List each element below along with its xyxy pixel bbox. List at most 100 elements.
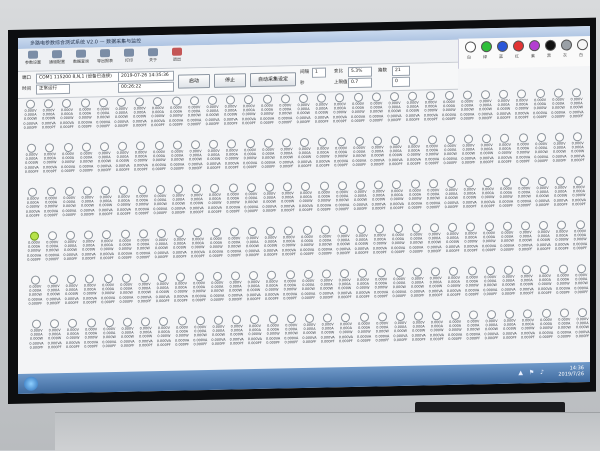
channel-cell[interactable]: 0.000V 0.000A 0.000W 0.000VA 0.000PF xyxy=(422,91,439,129)
channel-cell[interactable]: 0.000V 0.000A 0.000W 0.000VA 0.000PF xyxy=(297,181,314,220)
channel-cell[interactable]: 0.000V 0.000A 0.000W 0.000VA 0.000PF xyxy=(263,270,280,309)
channel-cell[interactable]: 0.000V 0.000A 0.000W 0.000VA 0.000PF xyxy=(570,176,587,214)
channel-cell[interactable]: 0.000V 0.000A 0.000W 0.000VA 0.000PF xyxy=(40,99,57,137)
channel-cell[interactable]: 0.000V 0.000A 0.000W 0.000VA 0.000PF xyxy=(22,99,39,138)
channel-cell[interactable]: 0.000V 0.000A 0.000W 0.000VA 0.000PF xyxy=(151,140,168,179)
channel-cell[interactable]: 0.000V 0.000A 0.000W 0.000VA 0.000PF xyxy=(205,139,222,178)
channel-cell[interactable]: 0.000V 0.000A 0.000W 0.000VA 0.000PF xyxy=(519,309,536,347)
channel-cell[interactable]: 0.000V 0.000A 0.000W 0.000VA 0.000PF xyxy=(500,265,517,304)
channel-cell[interactable]: 0.000V 0.000A 0.000W 0.000VA 0.000PF xyxy=(407,179,424,218)
channel-cell[interactable]: 0.000V 0.000A 0.000W 0.000VA 0.000PF xyxy=(425,179,442,217)
channel-cell[interactable]: 0.000V 0.000A 0.000W 0.000VA 0.000PF xyxy=(246,314,263,353)
channel-cell[interactable]: 0.000V 0.000A 0.000W 0.000VA 0.000PF xyxy=(28,319,45,357)
channel-cell[interactable]: 0.000V 0.000A 0.000W 0.000VA 0.000PF xyxy=(45,275,62,313)
channel-cell[interactable]: 0.000V 0.000A 0.000W 0.000VA 0.000PF xyxy=(174,316,191,354)
channel-cell[interactable]: 0.000V 0.000A 0.000W 0.000VA 0.000PF xyxy=(78,142,95,180)
channel-cell[interactable]: 0.000V 0.000A 0.000W 0.000VA 0.000PF xyxy=(136,273,153,311)
channel-cell[interactable]: 0.000V 0.000A 0.000W 0.000VA 0.000PF xyxy=(240,95,257,133)
channel-cell[interactable]: 0.000V 0.000A 0.000W 0.000VA 0.000PF xyxy=(58,98,75,137)
channel-cell[interactable]: 0.000V 0.000A 0.000W 0.000VA 0.000PF xyxy=(152,184,169,223)
channel-cell[interactable]: 0.000V 0.000A 0.000W 0.000VA 0.000PF xyxy=(443,178,460,217)
channel-cell[interactable]: 0.000V 0.000A 0.000W 0.000VA 0.000PF xyxy=(354,268,371,307)
channel-cell[interactable]: 0.000V 0.000A 0.000W 0.000VA 0.000PF xyxy=(113,97,130,136)
channel-cell[interactable]: 0.000V 0.000A 0.000W 0.000VA 0.000PF xyxy=(244,226,261,265)
channel-cell[interactable]: 0.000V 0.000A 0.000W 0.000VA 0.000PF xyxy=(445,266,462,305)
channel-cell[interactable]: 0.000V 0.000A 0.000W 0.000VA 0.000PF xyxy=(538,308,555,347)
channel-cell[interactable]: 0.000V 0.000A 0.000W 0.000VA 0.000PF xyxy=(356,312,373,351)
channel-cell[interactable]: 0.000V 0.000A 0.000W 0.000VA 0.000PF xyxy=(245,270,262,309)
channel-cell[interactable]: 0.000V 0.000A 0.000W 0.000VA 0.000PF xyxy=(465,310,482,348)
channel-cell[interactable]: 0.000V 0.000A 0.000W 0.000VA 0.000PF xyxy=(24,187,41,226)
channel-cell[interactable]: 0.000V 0.000A 0.000W 0.000VA 0.000PF xyxy=(131,97,148,135)
channel-cell[interactable]: 0.000V 0.000A 0.000W 0.000VA 0.000PF xyxy=(335,225,352,263)
channel-cell[interactable]: 0.000V 0.000A 0.000W 0.000VA 0.000PF xyxy=(482,266,499,304)
channel-cell[interactable]: 0.000V 0.000A 0.000W 0.000VA 0.000PF xyxy=(170,184,187,222)
channel-cell[interactable]: 0.000V 0.000A 0.000W 0.000VA 0.000PF xyxy=(553,220,570,258)
channel-cell[interactable]: 0.000V 0.000A 0.000W 0.000VA 0.000PF xyxy=(225,183,242,221)
channel-cell[interactable]: 0.000V 0.000A 0.000W 0.000VA 0.000PF xyxy=(64,318,81,357)
channel-cell[interactable]: 0.000V 0.000A 0.000W 0.000VA 0.000PF xyxy=(368,92,385,130)
channel-cell[interactable]: 0.000V 0.000A 0.000W 0.000VA 0.000PF xyxy=(61,186,78,225)
channel-cell[interactable]: 0.000V 0.000A 0.000W 0.000VA 0.000PF xyxy=(318,269,335,307)
color-swatch[interactable] xyxy=(465,41,476,53)
channel-cell[interactable]: 0.000V 0.000A 0.000W 0.000VA 0.000PF xyxy=(60,142,77,181)
channel-cell[interactable]: 0.000V 0.000A 0.000W 0.000VA 0.000PF xyxy=(259,94,276,133)
channel-cell[interactable]: 0.000V 0.000A 0.000W 0.000VA 0.000PF xyxy=(43,187,60,225)
channel-cell[interactable]: 0.000V 0.000A 0.000W 0.000VA 0.000PF xyxy=(314,137,331,175)
channel-cell[interactable]: 0.000V 0.000A 0.000W 0.000VA 0.000PF xyxy=(83,318,100,356)
channel-cell[interactable]: 0.000V 0.000A 0.000W 0.000VA 0.000PF xyxy=(280,226,297,264)
channel-cell[interactable]: 0.000V 0.000A 0.000W 0.000VA 0.000PF xyxy=(117,229,134,268)
channel-cell[interactable]: 0.000V 0.000A 0.000W 0.000VA 0.000PF xyxy=(79,186,96,224)
color-swatch[interactable] xyxy=(513,40,524,52)
color-swatch[interactable] xyxy=(545,39,556,51)
channel-cell[interactable]: 0.000V 0.000A 0.000W 0.000VA 0.000PF xyxy=(499,221,516,260)
channel-cell[interactable]: 0.000V 0.000A 0.000W 0.000VA 0.000PF xyxy=(63,274,80,313)
channel-cell[interactable]: 0.000V 0.000A 0.000W 0.000VA 0.000PF xyxy=(352,180,369,219)
channel-cell[interactable]: 0.000V 0.000A 0.000W 0.000VA 0.000PF xyxy=(513,89,530,127)
channel-cell[interactable]: 0.000V 0.000A 0.000W 0.000VA 0.000PF xyxy=(516,177,533,215)
channel-cell[interactable]: 0.000V 0.000A 0.000W 0.000VA 0.000PF xyxy=(387,135,404,174)
channel-tool-button[interactable]: 通道配置 xyxy=(46,50,68,68)
channel-cell[interactable]: 0.000V 0.000A 0.000W 0.000VA 0.000PF xyxy=(100,274,117,312)
channel-cell[interactable]: 0.000V 0.000A 0.000W 0.000VA 0.000PF xyxy=(518,265,535,303)
channel-cell[interactable]: 0.000V 0.000A 0.000W 0.000VA 0.000PF xyxy=(300,269,317,308)
channel-cell[interactable]: 0.000V 0.000A 0.000W 0.000VA 0.000PF xyxy=(464,266,481,304)
channel-cell[interactable]: 0.000V 0.000A 0.000W 0.000VA 0.000PF xyxy=(209,271,226,310)
auto-acquire-button[interactable]: 自动采集设定 xyxy=(250,72,296,88)
tray-icons[interactable]: ▲ ⚑ ♪ xyxy=(518,369,546,377)
channel-cell[interactable]: 0.000V 0.000A 0.000W 0.000VA 0.000PF xyxy=(573,264,590,302)
channel-cell[interactable]: 0.000V 0.000A 0.000W 0.000VA 0.000PF xyxy=(370,180,387,218)
channel-cell[interactable]: 0.000V 0.000A 0.000W 0.000VA 0.000PF xyxy=(187,140,204,178)
start-button-orb[interactable] xyxy=(24,376,38,391)
channel-cell[interactable]: 0.000V 0.000A 0.000W 0.000VA 0.000PF xyxy=(574,308,590,346)
channel-cell[interactable]: 0.000V 0.000A 0.000W 0.000VA 0.000PF xyxy=(552,176,569,214)
channel-cell[interactable]: 0.000V 0.000A 0.000W 0.000VA 0.000PF xyxy=(228,315,245,353)
channel-cell[interactable]: 0.000V 0.000A 0.000W 0.000VA 0.000PF xyxy=(171,228,188,266)
channel-cell[interactable]: 0.000V 0.000A 0.000W 0.000VA 0.000PF xyxy=(369,136,386,174)
channel-cell[interactable]: 0.000V 0.000A 0.000W 0.000VA 0.000PF xyxy=(386,92,403,130)
color-swatch[interactable] xyxy=(561,39,572,51)
channel-cell[interactable]: 0.000V 0.000A 0.000W 0.000VA 0.000PF xyxy=(282,270,299,308)
channel-cell[interactable]: 0.000V 0.000A 0.000W 0.000VA 0.000PF xyxy=(299,225,316,264)
channel-cell[interactable]: 0.000V 0.000A 0.000W 0.000VA 0.000PF xyxy=(391,267,408,306)
channel-cell[interactable]: 0.000V 0.000A 0.000W 0.000VA 0.000PF xyxy=(515,133,532,171)
channel-cell[interactable]: 0.000V 0.000A 0.000W 0.000VA 0.000PF xyxy=(460,134,477,172)
color-swatch[interactable] xyxy=(529,40,540,52)
channel-cell[interactable]: 0.000V 0.000A 0.000W 0.000VA 0.000PF xyxy=(405,135,422,174)
color-swatch[interactable] xyxy=(481,41,492,53)
channel-cell[interactable]: 0.000V 0.000A 0.000W 0.000VA 0.000PF xyxy=(388,179,405,218)
channel-cell[interactable]: 0.000V 0.000A 0.000W 0.000VA 0.000PF xyxy=(532,88,549,127)
about-tool-button[interactable]: 关于 xyxy=(142,48,164,66)
channel-cell[interactable]: 0.000V 0.000A 0.000W 0.000VA 0.000PF xyxy=(404,91,421,130)
channel-cell[interactable]: 0.000V 0.000A 0.000W 0.000VA 0.000PF xyxy=(496,133,513,172)
channel-cell[interactable]: 0.000V 0.000A 0.000W 0.000VA 0.000PF xyxy=(243,183,260,221)
channel-cell[interactable]: 0.000V 0.000A 0.000W 0.000VA 0.000PF xyxy=(265,314,282,352)
channel-cell[interactable]: 0.000V 0.000A 0.000W 0.000VA 0.000PF xyxy=(208,227,225,266)
channel-cell[interactable]: 0.000V 0.000A 0.000W 0.000VA 0.000PF xyxy=(283,314,300,352)
channel-cell[interactable]: 0.000V 0.000A 0.000W 0.000VA 0.000PF xyxy=(41,143,58,181)
channel-cell[interactable]: 0.000V 0.000A 0.000W 0.000VA 0.000PF xyxy=(390,223,407,262)
channel-cell[interactable]: 0.000V 0.000A 0.000W 0.000VA 0.000PF xyxy=(317,225,334,263)
channel-cell[interactable]: 0.000V 0.000A 0.000W 0.000VA 0.000PF xyxy=(408,223,425,261)
channel-cell[interactable]: 0.000V 0.000A 0.000W 0.000VA 0.000PF xyxy=(426,223,443,261)
channel-cell[interactable]: 0.000V 0.000A 0.000W 0.000VA 0.000PF xyxy=(186,96,203,134)
